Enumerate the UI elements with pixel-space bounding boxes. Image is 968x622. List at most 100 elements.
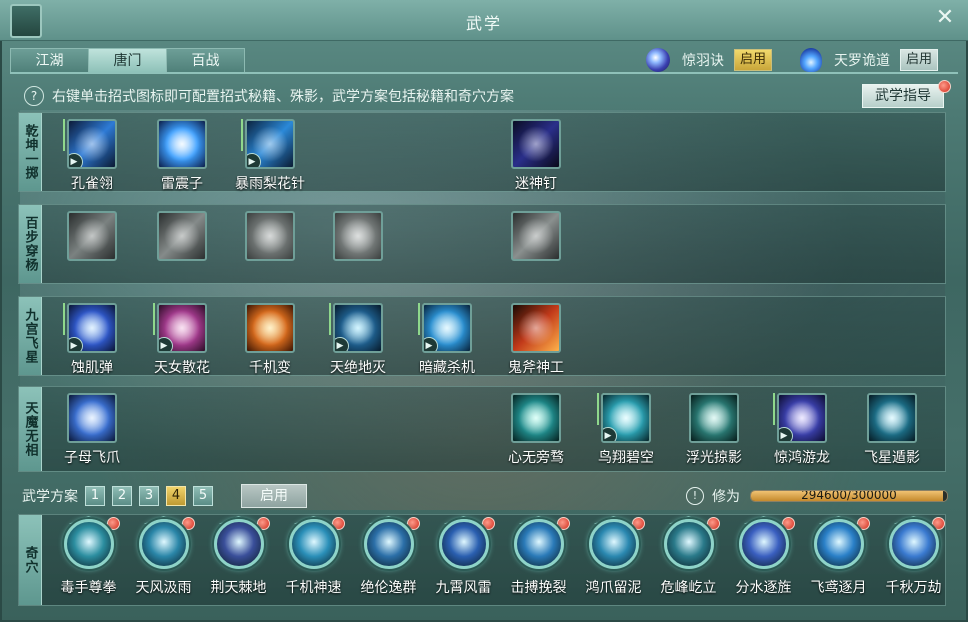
skill-tiannv[interactable]: ▶ 天女散花 [137,303,227,377]
qixue-icon[interactable] [888,519,939,569]
skill-guifu[interactable]: 鬼斧神工 [491,303,581,377]
skill-icon[interactable] [511,119,561,169]
qixue-skill[interactable]: 分水逐旌 [726,516,801,597]
hint-text: 右键单击招式图标即可配置招式秘籍、殊影，武学方案包括秘籍和奇穴方案 [52,89,514,105]
notification-dot [938,80,951,93]
qixue-skill[interactable]: 飞鸢逐月 [801,516,876,597]
qixue-label: 荆天棘地 [210,580,267,596]
qixue-label: 飞鸢逐月 [810,580,867,596]
qixue-label: 鸿爪留泥 [585,580,642,596]
row-label: 乾坤一掷 [19,113,42,191]
skill-zimu[interactable]: 子母飞爪 [47,393,137,467]
skill-qianjibian[interactable]: 千机变 [225,303,315,377]
help-icon[interactable]: ? [24,86,44,106]
qixue-skill[interactable]: 鸿爪留泥 [576,516,651,597]
skill-locked[interactable] [225,211,315,261]
tab-jianghu[interactable]: 江湖 [10,48,89,74]
skill-jinghong[interactable]: ▶ 惊鸿游龙 [757,393,847,467]
skill-icon[interactable] [157,119,207,169]
qixue-row: 奇穴 毒手尊拳 天风汲雨 荆天棘地 千机神速 绝伦逸群 九霄风雷 击搏挽裂 鸿爪留泥 危峰屹立 分… [18,514,946,606]
qixue-label: 天风汲雨 [135,580,192,596]
qixue-skill[interactable]: 千机神速 [276,516,351,597]
qixue-icon[interactable] [663,519,714,569]
skill-locked[interactable] [313,211,403,261]
skill-baoyu[interactable]: ▶ 暴雨梨花针 [225,119,315,193]
qixue-icon[interactable] [438,519,489,569]
close-icon[interactable]: ✕ [934,7,956,30]
hint-bar: ? 右键单击招式图标即可配置招式秘籍、殊影，武学方案包括秘籍和奇穴方案 [24,86,514,106]
guide-button[interactable]: 武学指导 [862,84,944,108]
qixue-skill[interactable]: 九霄风雷 [426,516,501,597]
qixue-icon[interactable] [813,519,864,569]
tab-tangmen[interactable]: 唐门 [88,48,167,74]
plan-4-button[interactable]: 4 [166,486,186,506]
skill-niaoxiang[interactable]: ▶ 鸟翔碧空 [581,393,671,467]
skill-icon[interactable] [67,393,117,443]
qixue-icon[interactable] [513,519,564,569]
skill-icon[interactable] [333,211,383,261]
qixue-icon[interactable] [288,519,339,569]
skill-icon[interactable] [867,393,917,443]
skill-icon[interactable] [511,303,561,353]
plan-3-button[interactable]: 3 [139,486,159,506]
skill-icon[interactable] [157,211,207,261]
jingyujue-enable-button[interactable]: 启用 [734,49,773,71]
skill-icon[interactable] [67,211,117,261]
qixue-icon[interactable] [738,519,789,569]
tab-baizhan[interactable]: 百战 [166,48,245,74]
qixue-label: 九霄风雷 [435,580,492,596]
row-tianmo: 天魔无相 子母飞爪 心无旁骛 ▶ 鸟翔碧空 浮光掠影 ▶ 惊鸿游龙 飞星遁影 [18,386,946,472]
plan-5-button[interactable]: 5 [193,486,213,506]
row-label: 九宫飞星 [19,297,42,375]
qixue-skill[interactable]: 天风汲雨 [126,516,201,597]
qixue-skill[interactable]: 击搏挽裂 [501,516,576,597]
skill-icon[interactable] [511,393,561,443]
skill-icon[interactable] [689,393,739,443]
qixue-icon[interactable] [63,519,114,569]
jingyujue-toggle: 惊羽诀 启用 [646,48,773,72]
skill-icon[interactable]: ▶ [67,303,117,353]
skill-tianjue[interactable]: ▶ 天绝地灭 [313,303,403,377]
skill-icon[interactable]: ▶ [601,393,651,443]
cultivation-meter: ! 修为 294600/300000 [686,486,948,506]
skill-icon[interactable]: ▶ [67,119,117,169]
plan-enable-button[interactable]: 启用 [241,484,307,508]
plan-1-button[interactable]: 1 [85,486,105,506]
qixue-icon[interactable] [213,519,264,569]
info-icon[interactable]: ! [686,487,704,505]
plan-2-button[interactable]: 2 [112,486,132,506]
qixue-label: 危峰屹立 [660,580,717,596]
skill-icon[interactable]: ▶ [157,303,207,353]
skill-feixing[interactable]: 飞星遁影 [847,393,937,467]
skill-icon[interactable]: ▶ [777,393,827,443]
qixue-icon[interactable] [363,519,414,569]
qixue-skill[interactable]: 千秋万劫 [876,516,951,597]
skill-icon[interactable] [245,303,295,353]
tianluo-label: 天罗诡道 [834,53,890,69]
tianluo-enable-button[interactable]: 启用 [900,49,939,71]
skill-icon[interactable]: ▶ [245,119,295,169]
row-label: 百步穿杨 [19,205,42,283]
skill-leizhenzi[interactable]: 雷震子 [137,119,227,193]
skill-locked[interactable] [137,211,227,261]
skill-shijidan[interactable]: ▶ 蚀肌弹 [47,303,137,377]
skill-mishending[interactable]: 迷神钉 [491,119,581,193]
skill-kongqueling[interactable]: ▶ 孔雀翎 [47,119,137,193]
qixue-icon[interactable] [588,519,639,569]
qixue-skill[interactable]: 荆天棘地 [201,516,276,597]
skill-locked[interactable] [491,211,581,261]
qixue-skill[interactable]: 毒手尊拳 [51,516,126,597]
skill-fuguang[interactable]: 浮光掠影 [669,393,759,467]
skill-ancang[interactable]: ▶ 暗藏杀机 [402,303,492,377]
skill-icon[interactable] [245,211,295,261]
plan-selector: 武学方案 1 2 3 4 5 启用 [22,484,307,508]
qixue-icon[interactable] [138,519,189,569]
skill-xinwu[interactable]: 心无旁骛 [491,393,581,467]
qixue-skill[interactable]: 危峰屹立 [651,516,726,597]
skill-icon[interactable] [511,211,561,261]
skill-locked[interactable] [47,211,137,261]
skill-icon[interactable]: ▶ [422,303,472,353]
qixue-skill[interactable]: 绝伦逸群 [351,516,426,597]
jingyujue-label: 惊羽诀 [682,53,724,69]
skill-icon[interactable]: ▶ [333,303,383,353]
